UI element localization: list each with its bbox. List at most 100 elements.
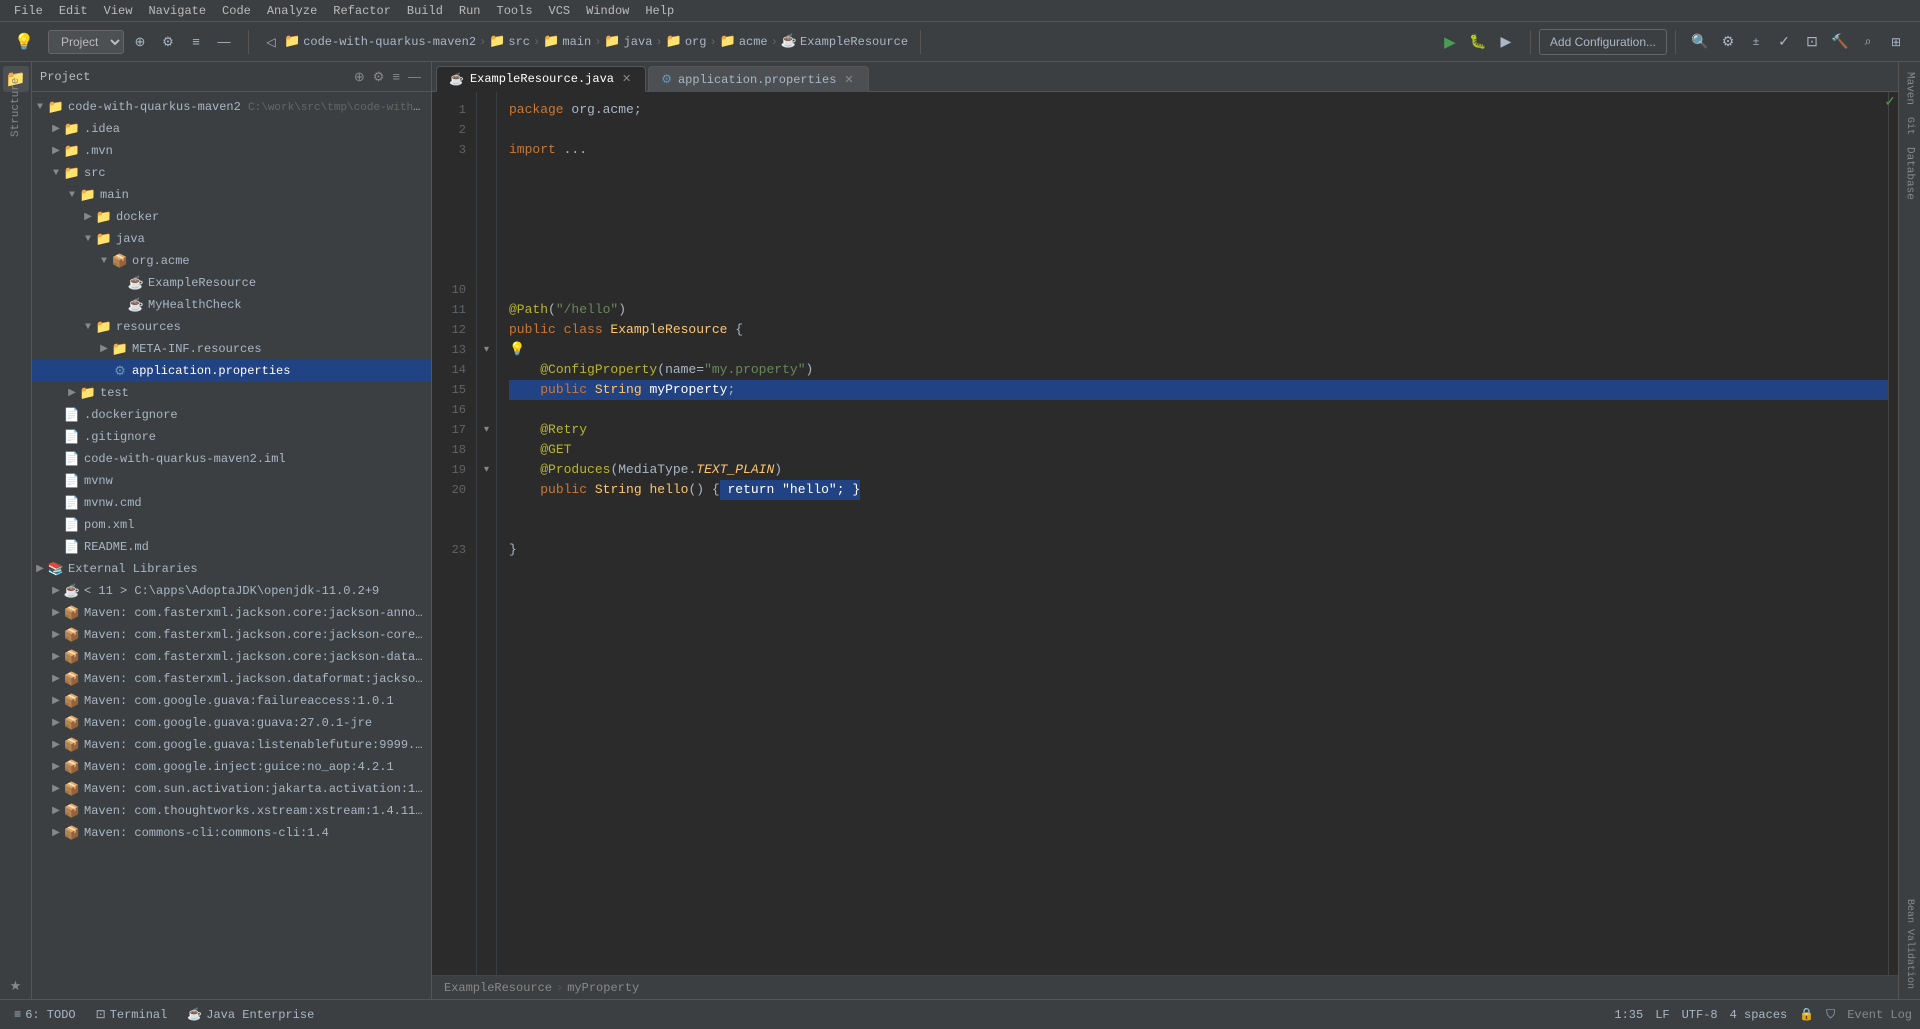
toolbar-bc-src[interactable]: src: [508, 35, 530, 49]
terminal-tab[interactable]: ⊡ Terminal: [90, 1005, 174, 1024]
tree-item-docker[interactable]: ▶ 📁 docker: [32, 206, 431, 228]
menu-vcs[interactable]: VCS: [541, 2, 579, 20]
tree-item-jackson-dataformat[interactable]: ▶ 📦 Maven: com.fasterxml.jackson.datafor…: [32, 668, 431, 690]
menu-code[interactable]: Code: [214, 2, 259, 20]
panel-minimize-btn[interactable]: —: [406, 67, 423, 87]
settings-btn2[interactable]: ⚙: [1716, 30, 1740, 54]
tree-item-dockerignore[interactable]: 📄 .dockerignore: [32, 404, 431, 426]
add-configuration-button[interactable]: Add Configuration...: [1539, 29, 1667, 55]
line-ending[interactable]: LF: [1655, 1008, 1669, 1022]
tab-close-appprops[interactable]: ✕: [842, 73, 855, 87]
back-button[interactable]: ◁: [261, 32, 281, 52]
sync-button[interactable]: ⊕: [128, 30, 152, 54]
menu-file[interactable]: File: [6, 2, 51, 20]
maven-panel-tab[interactable]: Maven: [1902, 66, 1918, 111]
tree-item-exampleresource[interactable]: ☕ ExampleResource: [32, 272, 431, 294]
tree-item-mvn[interactable]: ▶ 📁 .mvn: [32, 140, 431, 162]
toolbar-bc-main[interactable]: main: [562, 35, 591, 49]
tree-item-src[interactable]: ▼ 📁 src: [32, 162, 431, 184]
settings-button[interactable]: ≡: [184, 30, 208, 54]
tree-item-jackson-core[interactable]: ▶ 📦 Maven: com.fasterxml.jackson.core:ja…: [32, 624, 431, 646]
fold-icon-17[interactable]: ▾: [484, 424, 489, 436]
tab-appprops[interactable]: ⚙ application.properties ✕: [648, 66, 868, 92]
fold-icon-13[interactable]: ▾: [484, 344, 489, 356]
tree-item-jackson-databind[interactable]: ▶ 📦 Maven: com.fasterxml.jackson.core:ja…: [32, 646, 431, 668]
project-selector[interactable]: Project: [48, 30, 124, 54]
menu-run[interactable]: Run: [451, 2, 489, 20]
java-enterprise-tab[interactable]: ☕ Java Enterprise: [181, 1005, 320, 1024]
toolbar-bc-acme[interactable]: acme: [739, 35, 768, 49]
menu-window[interactable]: Window: [578, 2, 637, 20]
database-panel-tab[interactable]: Database: [1902, 141, 1918, 206]
tree-item-metainf[interactable]: ▶ 📁 META-INF.resources: [32, 338, 431, 360]
terminal-button[interactable]: ⊡: [1800, 30, 1824, 54]
minimize-button[interactable]: —: [212, 30, 236, 54]
tree-item-mvnwcmd[interactable]: 📄 mvnw.cmd: [32, 492, 431, 514]
fold-icon-19[interactable]: ▾: [484, 464, 489, 476]
menu-help[interactable]: Help: [637, 2, 682, 20]
panel-gear-btn[interactable]: ≡: [390, 67, 402, 87]
todo-tab[interactable]: ≡ 6: TODO: [8, 1006, 82, 1024]
tree-item-extlibs[interactable]: ▶ 📚 External Libraries: [32, 558, 431, 580]
menu-refactor[interactable]: Refactor: [325, 2, 399, 20]
menu-view[interactable]: View: [96, 2, 141, 20]
tree-item-orgacme[interactable]: ▼ 📦 org.acme: [32, 250, 431, 272]
find-button[interactable]: ⌕: [1856, 30, 1880, 54]
tree-item-java[interactable]: ▼ 📁 java: [32, 228, 431, 250]
tree-item-jdk[interactable]: ▶ ☕ < 11 > C:\apps\AdoptaJDK\openjdk-11.…: [32, 580, 431, 602]
tree-item-main[interactable]: ▼ 📁 main: [32, 184, 431, 206]
tree-item-root[interactable]: ▼ 📁 code-with-quarkus-maven2 C:\work\src…: [32, 96, 431, 118]
toolbar-bc-java[interactable]: java: [624, 35, 653, 49]
tree-item-commons-cli[interactable]: ▶ 📦 Maven: commons-cli:commons-cli:1.4: [32, 822, 431, 844]
tab-exampleresource[interactable]: ☕ ExampleResource.java ✕: [436, 66, 646, 92]
tree-item-test[interactable]: ▶ 📁 test: [32, 382, 431, 404]
tree-item-failureaccess[interactable]: ▶ 📦 Maven: com.google.guava:failureacces…: [32, 690, 431, 712]
tree-item-guava[interactable]: ▶ 📦 Maven: com.google.guava:guava:27.0.1…: [32, 712, 431, 734]
toolbar-bc-resource[interactable]: ExampleResource: [800, 35, 908, 49]
build-button[interactable]: 🔨: [1828, 30, 1852, 54]
tree-item-jackson-annotations[interactable]: ▶ 📦 Maven: com.fasterxml.jackson.core:ja…: [32, 602, 431, 624]
structure-tool-icon[interactable]: Structure: [3, 94, 29, 120]
toolbar-bc-org[interactable]: org: [685, 35, 707, 49]
tree-item-xstream[interactable]: ▶ 📦 Maven: com.thoughtworks.xstream:xstr…: [32, 800, 431, 822]
menu-analyze[interactable]: Analyze: [259, 2, 325, 20]
tree-item-idea[interactable]: ▶ 📁 .idea: [32, 118, 431, 140]
run-icon[interactable]: ▶: [1438, 30, 1462, 54]
bean-validation-tab[interactable]: Bean Validation: [1902, 893, 1917, 995]
tree-item-iml[interactable]: 📄 code-with-quarkus-maven2.iml: [32, 448, 431, 470]
tree-item-guice[interactable]: ▶ 📦 Maven: com.google.inject:guice:no_ao…: [32, 756, 431, 778]
commit-button[interactable]: ✓: [1772, 30, 1796, 54]
menu-tools[interactable]: Tools: [489, 2, 541, 20]
tree-item-appprops[interactable]: ⚙ application.properties: [32, 360, 431, 382]
search-button[interactable]: 🔍: [1688, 30, 1712, 54]
toolbar-breadcrumb-project[interactable]: code-with-quarkus-maven2: [303, 35, 476, 49]
git-panel-tab[interactable]: Git: [1902, 111, 1917, 141]
tree-item-myhealthcheck[interactable]: ☕ MyHealthCheck: [32, 294, 431, 316]
menu-navigate[interactable]: Navigate: [140, 2, 214, 20]
favorites-icon[interactable]: ★: [3, 973, 29, 999]
debug-icon[interactable]: 🐛: [1466, 30, 1490, 54]
tree-item-mvnw[interactable]: 📄 mvnw: [32, 470, 431, 492]
indent-info[interactable]: 4 spaces: [1730, 1008, 1788, 1022]
tree-item-listenablefuture[interactable]: ▶ 📦 Maven: com.google.guava:listenablefu…: [32, 734, 431, 756]
editor-bc-exampleresource[interactable]: ExampleResource: [444, 981, 552, 995]
event-log-link[interactable]: Event Log: [1847, 1008, 1912, 1022]
code-area[interactable]: package org.acme; import ...: [497, 92, 1888, 975]
tree-item-resources[interactable]: ▼ 📁 resources: [32, 316, 431, 338]
run-config-icon[interactable]: ▶: [1494, 30, 1518, 54]
window-button[interactable]: ⊞: [1884, 30, 1908, 54]
vcs-button[interactable]: ±: [1744, 30, 1768, 54]
configure-button[interactable]: ⚙: [156, 30, 180, 54]
panel-settings-btn[interactable]: ⚙: [371, 67, 387, 87]
editor-bc-myproperty[interactable]: myProperty: [567, 981, 639, 995]
panel-add-btn[interactable]: ⊕: [352, 67, 367, 87]
tree-item-gitignore[interactable]: 📄 .gitignore: [32, 426, 431, 448]
encoding[interactable]: UTF-8: [1682, 1008, 1718, 1022]
menu-build[interactable]: Build: [399, 2, 451, 20]
intellij-logo[interactable]: 💡: [12, 30, 36, 54]
tree-item-readme[interactable]: 📄 README.md: [32, 536, 431, 558]
tree-item-activation[interactable]: ▶ 📦 Maven: com.sun.activation:jakarta.ac…: [32, 778, 431, 800]
tab-close-exampleresource[interactable]: ✕: [620, 72, 633, 86]
tree-item-pom[interactable]: 📄 pom.xml: [32, 514, 431, 536]
menu-edit[interactable]: Edit: [51, 2, 96, 20]
